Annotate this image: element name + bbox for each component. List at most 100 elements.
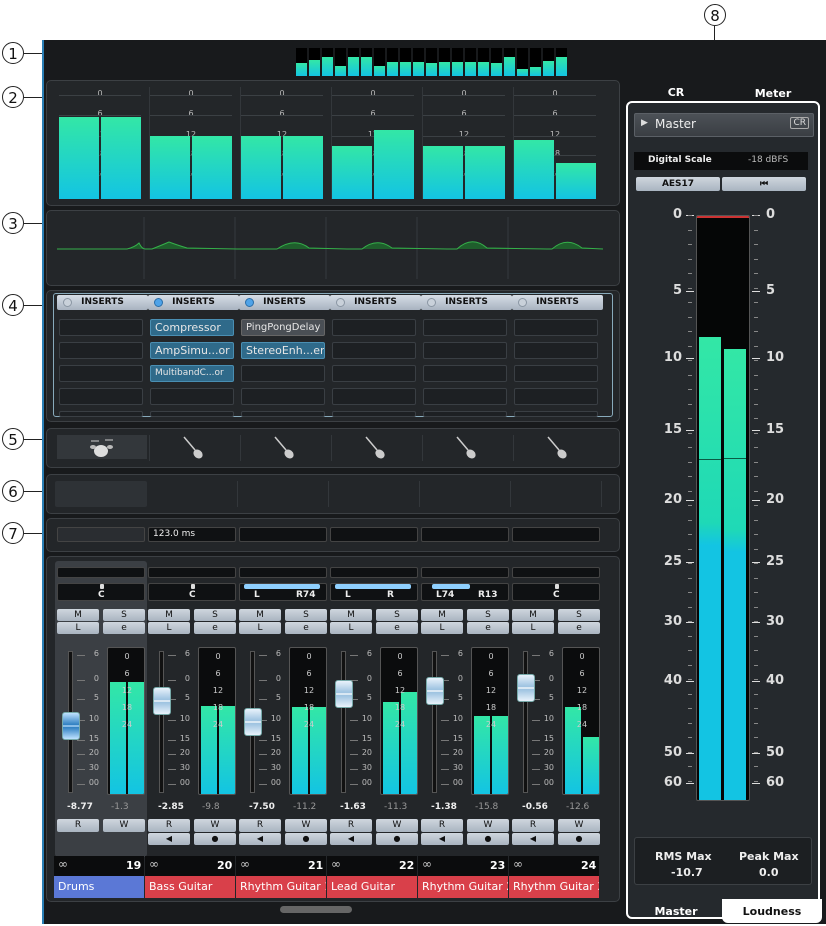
mute-button[interactable]: M [421,609,463,621]
record-icon[interactable]: ● [194,833,236,845]
channel-name[interactable]: Rhythm Guitar 2 [418,876,508,898]
guitar-icon[interactable] [178,435,208,461]
scale-mode-button[interactable]: AES17 [636,177,720,191]
listen-button[interactable]: L [330,622,372,634]
insert-slot[interactable] [514,342,598,359]
insert-slot[interactable] [514,388,598,405]
guitar-icon[interactable] [269,435,299,461]
insert-slot[interactable] [423,342,507,359]
peak-value[interactable]: -11.3 [384,802,407,812]
insert-slot[interactable] [514,319,598,336]
solo-button[interactable]: S [376,609,418,621]
edit-button[interactable]: e [376,622,418,634]
insert-slot[interactable]: MultibandC...or [150,365,234,382]
speaker-icon[interactable]: ◀ [421,833,463,845]
guitar-icon[interactable] [360,435,390,461]
channel-name[interactable]: Lead Guitar [327,876,417,898]
volume-fader[interactable] [244,708,262,737]
insert-slot[interactable] [150,388,234,405]
inserts-active-icon[interactable] [336,298,345,307]
channel-name[interactable]: Bass Guitar [145,876,235,898]
fader-value[interactable]: -2.85 [158,802,184,812]
insert-slot[interactable] [59,342,143,359]
reset-meter-button[interactable]: ⏮ [722,177,806,191]
speaker-icon[interactable]: ◀ [239,833,281,845]
peak-value[interactable]: -11.2 [293,802,316,812]
tab-loudness[interactable]: Loudness [722,905,822,918]
insert-slot[interactable] [241,365,325,382]
edit-button[interactable]: e [285,622,327,634]
insert-slot[interactable] [59,365,143,382]
routing-field[interactable] [239,567,327,578]
pan-control[interactable]: C [512,583,600,601]
pan-control[interactable]: LR [330,583,418,601]
link-icon[interactable]: ∞ [58,857,68,871]
inserts-header[interactable]: INSERTS [330,295,421,310]
record-icon[interactable]: ● [285,833,327,845]
peak-value[interactable]: -9.8 [202,802,220,812]
volume-fader[interactable] [153,687,171,716]
insert-slot[interactable] [332,319,416,336]
channel-overview[interactable] [296,48,574,76]
link-icon[interactable]: ∞ [149,857,159,871]
insert-slot[interactable] [150,411,234,417]
inserts-active-icon[interactable] [63,298,72,307]
insert-slot[interactable] [59,411,143,417]
insert-slot[interactable] [423,365,507,382]
routing-field[interactable] [421,567,509,578]
inserts-header[interactable]: INSERTS [148,295,239,310]
pan-control[interactable]: L74 R13 [421,583,509,601]
listen-button[interactable]: L [421,622,463,634]
pan-control[interactable]: C [57,583,145,601]
insert-slot[interactable] [241,411,325,417]
inserts-active-icon[interactable] [518,298,527,307]
volume-fader[interactable] [335,679,353,708]
mixer-scrollbar[interactable] [280,906,352,913]
guitar-icon[interactable] [451,435,481,461]
inserts-active-icon[interactable] [154,298,163,307]
record-icon[interactable]: ● [558,833,600,845]
read-automation-button[interactable]: R [512,819,554,832]
write-automation-button[interactable]: W [467,819,509,832]
read-automation-button[interactable]: R [239,819,281,832]
source-selector[interactable]: ▶ Master CR [634,113,814,137]
listen-button[interactable]: L [512,622,554,634]
write-automation-button[interactable]: W [376,819,418,832]
mute-button[interactable]: M [239,609,281,621]
record-icon[interactable]: ● [467,833,509,845]
read-automation-button[interactable]: R [148,819,190,832]
solo-button[interactable]: S [194,609,236,621]
fader-value[interactable]: -1.38 [431,802,457,812]
speaker-icon[interactable]: ◀ [148,833,190,845]
inserts-header[interactable]: INSERTS [239,295,330,310]
fader-value[interactable]: -0.56 [522,802,548,812]
edit-button[interactable]: e [103,622,145,634]
write-automation-button[interactable]: W [194,819,236,832]
channel-name[interactable]: Rhythm Guitar 1 [236,876,326,898]
pan-control[interactable]: C [148,583,236,601]
insert-slot[interactable]: StereoEnh...er [241,342,325,359]
fader-value[interactable]: -8.77 [67,802,93,812]
picture-slot-1[interactable] [55,481,147,507]
channel-name[interactable]: Rhythm Guitar 3 [509,876,599,898]
mute-button[interactable]: M [512,609,554,621]
insert-slot[interactable]: PingPongDelay [241,319,325,336]
link-icon[interactable]: ∞ [331,857,341,871]
mute-button[interactable]: M [330,609,372,621]
tab-cr[interactable]: CR [640,86,712,99]
speaker-icon[interactable]: ◀ [512,833,554,845]
write-automation-button[interactable]: W [558,819,600,832]
solo-button[interactable]: S [103,609,145,621]
solo-button[interactable]: S [467,609,509,621]
solo-button[interactable]: S [558,609,600,621]
read-automation-button[interactable]: R [330,819,372,832]
tab-master[interactable]: Master [636,905,716,918]
insert-slot[interactable] [241,388,325,405]
routing-field[interactable] [512,567,600,578]
inserts-header[interactable]: INSERTS [512,295,603,310]
insert-slot[interactable] [332,388,416,405]
insert-slot[interactable] [59,319,143,336]
guitar-icon[interactable] [542,435,572,461]
speaker-icon[interactable]: ◀ [330,833,372,845]
volume-fader[interactable] [426,677,444,705]
